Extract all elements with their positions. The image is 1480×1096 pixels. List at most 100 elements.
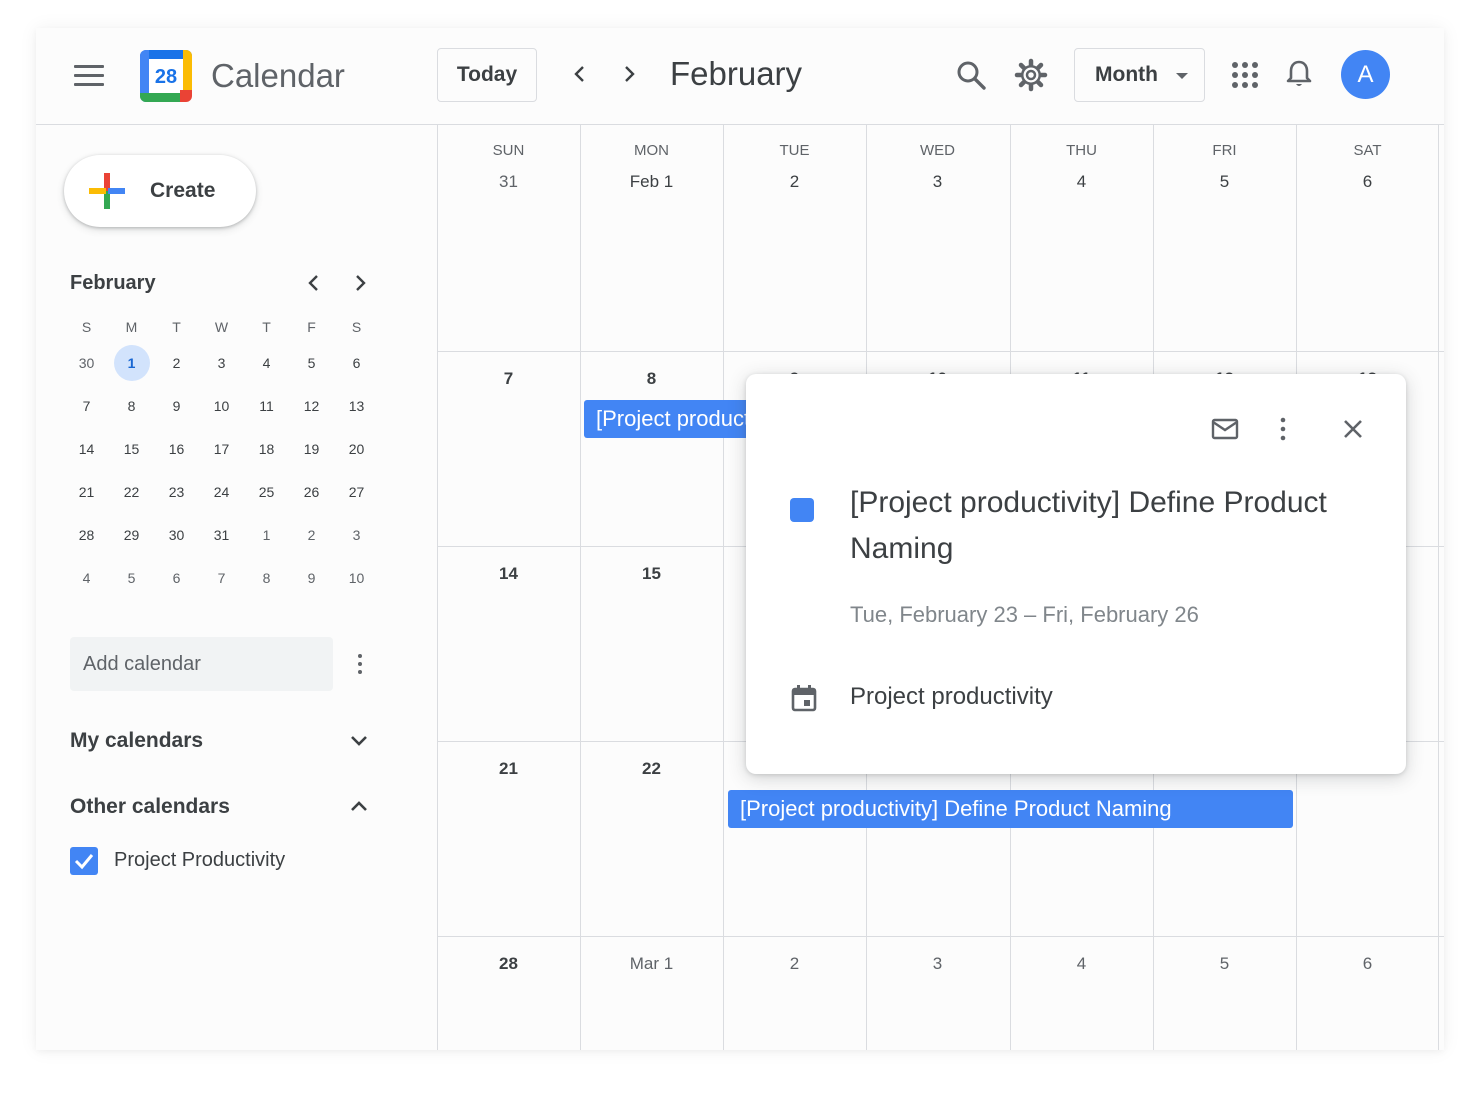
close-icon[interactable] [1338,414,1368,444]
view-selector[interactable]: Month [1074,48,1205,102]
mini-day-cell[interactable]: 5 [289,341,334,384]
mini-day-cell[interactable]: 1 [244,513,289,556]
mini-day-cell[interactable]: 1 [109,341,154,384]
mini-next-month-icon[interactable] [348,271,372,295]
today-button[interactable]: Today [437,48,537,102]
avatar[interactable]: A [1341,50,1390,99]
day-cell-date[interactable]: 28 [437,953,580,975]
event-chip[interactable]: [Project productivity] Define Product Na… [728,790,1293,828]
mini-day-cell[interactable]: 9 [289,556,334,599]
mini-day-cell[interactable]: 12 [289,384,334,427]
mini-day-number: 23 [168,483,185,500]
mini-day-number: 18 [258,440,275,457]
mini-day-cell[interactable]: 10 [199,384,244,427]
day-cell-date[interactable]: 15 [580,563,723,585]
mini-day-number: 30 [78,354,95,371]
mini-day-cell[interactable]: 15 [109,427,154,470]
mini-day-cell[interactable]: 23 [154,470,199,513]
day-cell-date[interactable]: 8 [580,368,723,390]
gear-icon[interactable] [1014,58,1048,92]
mini-weekday-label: F [307,319,316,335]
mini-day-number: 2 [307,526,316,543]
mini-day-cell[interactable]: 3 [199,341,244,384]
mini-day-cell[interactable]: 4 [244,341,289,384]
mini-day-cell[interactable]: 6 [154,556,199,599]
menu-icon[interactable] [74,65,104,87]
mini-day-cell[interactable]: 27 [334,470,379,513]
day-cell-date[interactable]: 7 [437,368,580,390]
add-calendar-input[interactable] [70,637,333,691]
chevron-left-icon[interactable] [568,62,592,86]
day-cell-date[interactable]: 3 [866,953,1009,975]
chevron-down-icon[interactable] [348,730,370,752]
mini-day-cell[interactable]: 21 [64,470,109,513]
day-cell-date[interactable]: 4 [1010,171,1153,193]
day-cell-date[interactable]: 3 [866,171,1009,193]
mini-day-cell[interactable]: 20 [334,427,379,470]
event-chip[interactable]: [Project productivity] Define Product Na… [584,400,764,438]
mini-day-cell[interactable]: 5 [109,556,154,599]
mini-day-cell[interactable]: 8 [109,384,154,427]
other-calendars-header[interactable]: Other calendars [70,793,230,821]
mini-day-cell[interactable]: 24 [199,470,244,513]
mini-day-cell[interactable]: 6 [334,341,379,384]
my-calendars-header[interactable]: My calendars [70,727,203,755]
search-icon[interactable] [954,58,988,92]
day-cell-date[interactable]: 2 [723,171,866,193]
mini-day-cell[interactable]: 31 [199,513,244,556]
mini-day-cell[interactable]: 10 [334,556,379,599]
day-cell-date[interactable]: Mar 1 [580,953,723,975]
day-cell-date[interactable]: 4 [1010,953,1153,975]
mini-day-cell[interactable]: 22 [109,470,154,513]
mini-day-cell[interactable]: 30 [154,513,199,556]
chevron-up-icon[interactable] [348,795,370,817]
weekday-header: THU [1066,142,1097,159]
mini-day-number: 5 [307,354,316,371]
mini-day-cell[interactable]: 30 [64,341,109,384]
mini-prev-month-icon[interactable] [302,271,326,295]
create-button[interactable]: Create [64,155,256,227]
mini-day-cell[interactable]: 13 [334,384,379,427]
day-cell-date[interactable]: 21 [437,758,580,780]
day-cell-date[interactable]: 22 [580,758,723,780]
mini-day-cell[interactable]: 11 [244,384,289,427]
mini-day-cell[interactable]: 28 [64,513,109,556]
apps-grid-icon[interactable] [1228,58,1262,92]
weekday-header: SAT [1353,142,1382,159]
day-cell-date[interactable]: 14 [437,563,580,585]
day-cell-date[interactable]: 2 [723,953,866,975]
day-cell-date[interactable]: 6 [1296,953,1439,975]
day-cell-date[interactable]: 31 [437,171,580,193]
add-calendar-more-icon[interactable] [356,652,364,676]
mini-day-cell[interactable]: 7 [199,556,244,599]
mini-day-cell[interactable]: 2 [289,513,334,556]
mini-day-cell[interactable]: 4 [64,556,109,599]
mini-day-cell[interactable]: 8 [244,556,289,599]
mini-day-cell[interactable]: 19 [289,427,334,470]
mini-day-cell[interactable]: 16 [154,427,199,470]
mini-day-cell[interactable]: 3 [334,513,379,556]
mini-day-cell[interactable]: 9 [154,384,199,427]
mini-day-cell[interactable]: 2 [154,341,199,384]
mini-weekday-label: T [262,319,271,335]
mini-day-cell[interactable]: 14 [64,427,109,470]
mini-day-cell[interactable]: 17 [199,427,244,470]
mail-icon[interactable] [1210,414,1240,444]
calendar-checkbox[interactable] [70,847,98,875]
day-cell-date[interactable]: Feb 1 [580,171,723,193]
day-cell-date[interactable]: 5 [1153,171,1296,193]
bell-icon[interactable] [1282,57,1316,91]
grid-column-divider [580,125,581,1050]
grid-column-divider [437,125,438,1050]
view-selector-label: Month [1095,63,1158,86]
day-cell-date[interactable]: 6 [1296,171,1439,193]
more-vert-icon[interactable] [1268,414,1298,444]
mini-day-cell[interactable]: 29 [109,513,154,556]
mini-day-cell[interactable]: 7 [64,384,109,427]
mini-day-cell[interactable]: 25 [244,470,289,513]
day-cell-date[interactable]: 5 [1153,953,1296,975]
chevron-right-icon[interactable] [617,62,641,86]
mini-day-cell[interactable]: 18 [244,427,289,470]
mini-day-cell[interactable]: 26 [289,470,334,513]
mini-day-number: 15 [123,440,140,457]
